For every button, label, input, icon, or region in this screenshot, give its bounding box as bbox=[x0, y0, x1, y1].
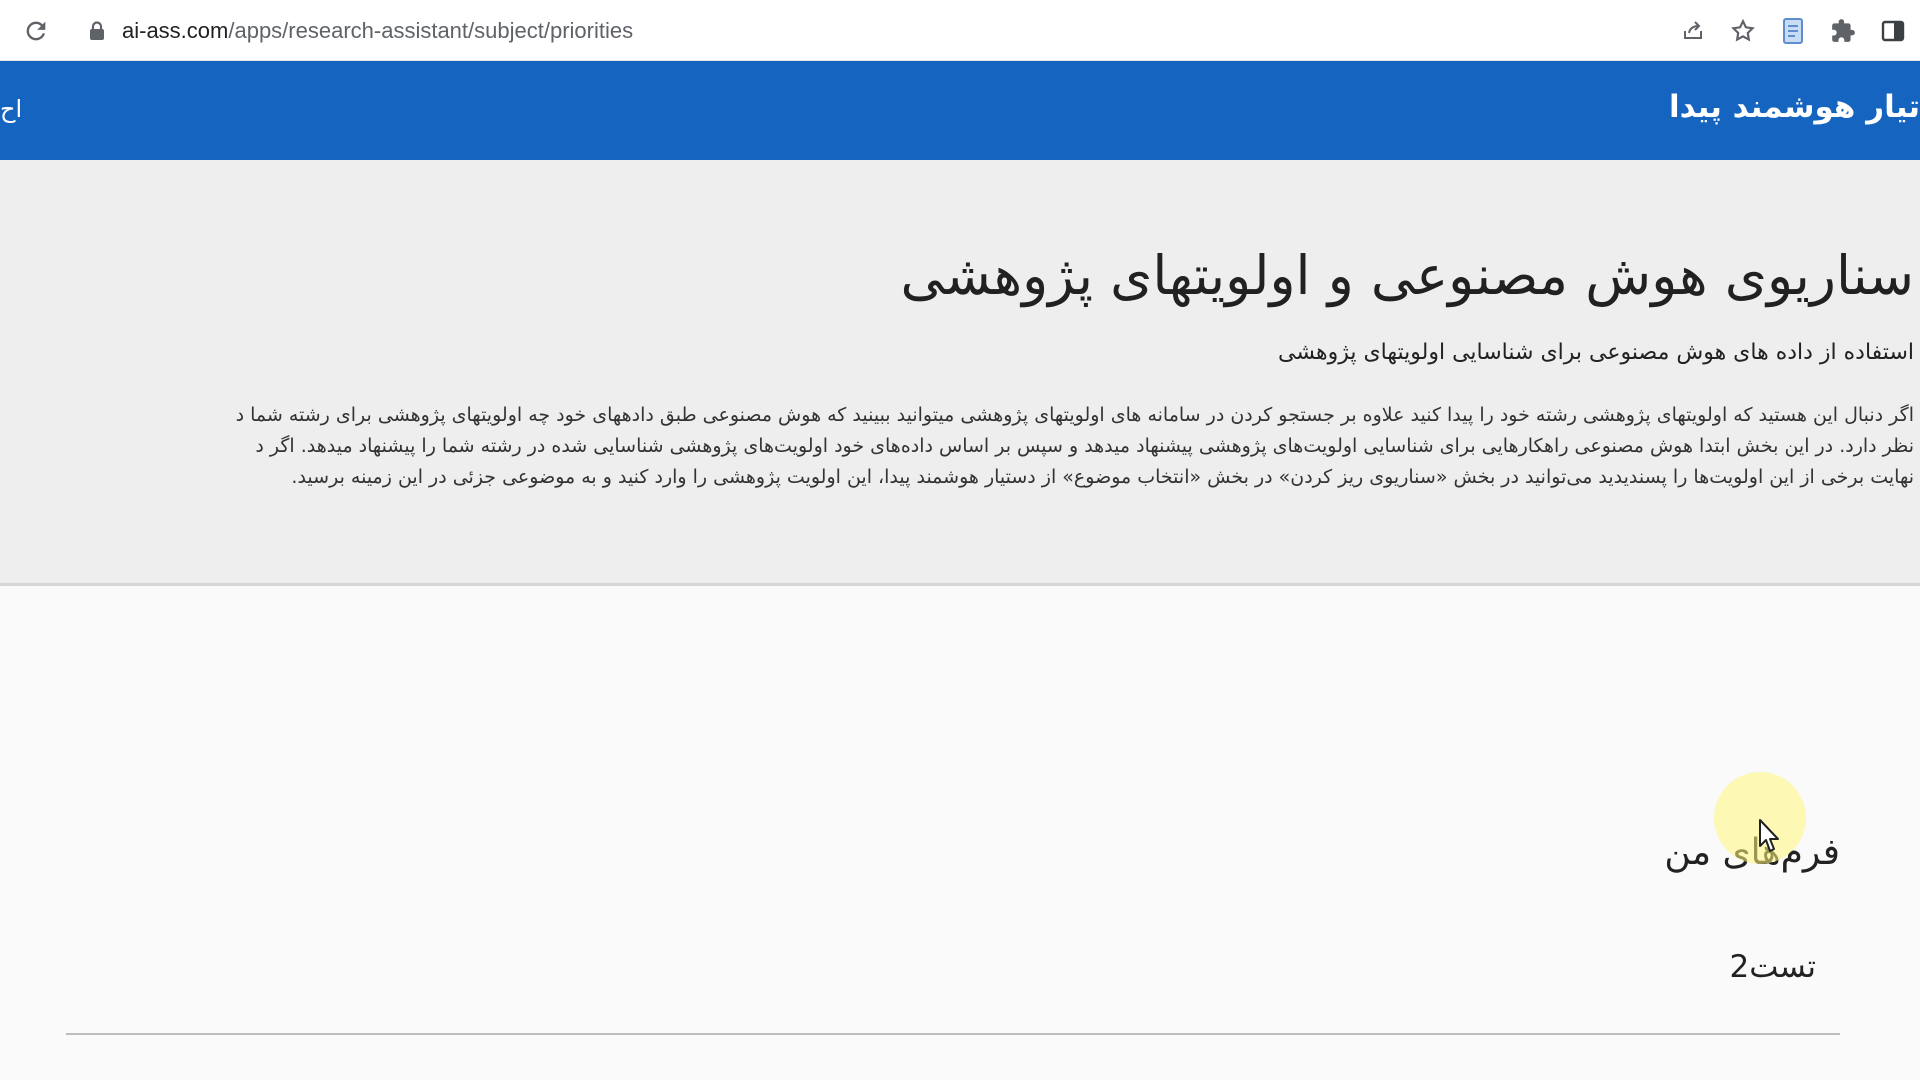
main-content: فرم‌های من تست2 bbox=[0, 589, 1920, 1080]
description-line: اگر دنبال این هستید که اولویتهای پژوهشی … bbox=[235, 404, 1914, 426]
browser-toolbar: ai-ass.com/apps/research-assistant/subje… bbox=[0, 0, 1920, 61]
star-icon[interactable] bbox=[1728, 16, 1758, 46]
lock-icon[interactable] bbox=[88, 21, 106, 41]
brand-title[interactable]: تیار هوشمند پیدا bbox=[1669, 89, 1920, 125]
my-forms-heading: فرم‌های من bbox=[1664, 832, 1840, 873]
page-description: اگر دنبال این هستید که اولویتهای پژوهشی … bbox=[0, 400, 1914, 493]
description-line: نهایت برخی از این اولویت‌ها را پسندیدید … bbox=[291, 466, 1914, 488]
mouse-cursor-icon bbox=[1759, 819, 1779, 852]
hero-section: سناریوی هوش مصنوعی و اولویتهای پژوهشی اس… bbox=[0, 160, 1920, 586]
divider bbox=[66, 1033, 1840, 1035]
description-line: نظر دارد. در این بخش ابتدا هوش مصنوعی را… bbox=[255, 435, 1914, 457]
side-panel-icon[interactable] bbox=[1878, 16, 1908, 46]
url-path: /apps/research-assistant/subject/priorit… bbox=[228, 18, 634, 43]
form-list-item[interactable]: تست2 bbox=[1730, 949, 1816, 985]
header-left-link[interactable]: اح bbox=[0, 95, 22, 123]
page-title: سناریوی هوش مصنوعی و اولویتهای پژوهشی bbox=[900, 244, 1914, 307]
reading-list-icon[interactable] bbox=[1778, 16, 1808, 46]
app-header: اح تیار هوشمند پیدا bbox=[0, 61, 1920, 160]
browser-action-icons bbox=[1678, 14, 1920, 48]
page-subtitle: استفاده از داده های هوش مصنوعی برای شناس… bbox=[1278, 340, 1914, 365]
extensions-icon[interactable] bbox=[1828, 16, 1858, 46]
address-bar-url[interactable]: ai-ass.com/apps/research-assistant/subje… bbox=[122, 18, 633, 44]
reload-icon[interactable] bbox=[22, 17, 50, 45]
share-icon[interactable] bbox=[1678, 16, 1708, 46]
url-domain: ai-ass.com bbox=[122, 18, 229, 43]
